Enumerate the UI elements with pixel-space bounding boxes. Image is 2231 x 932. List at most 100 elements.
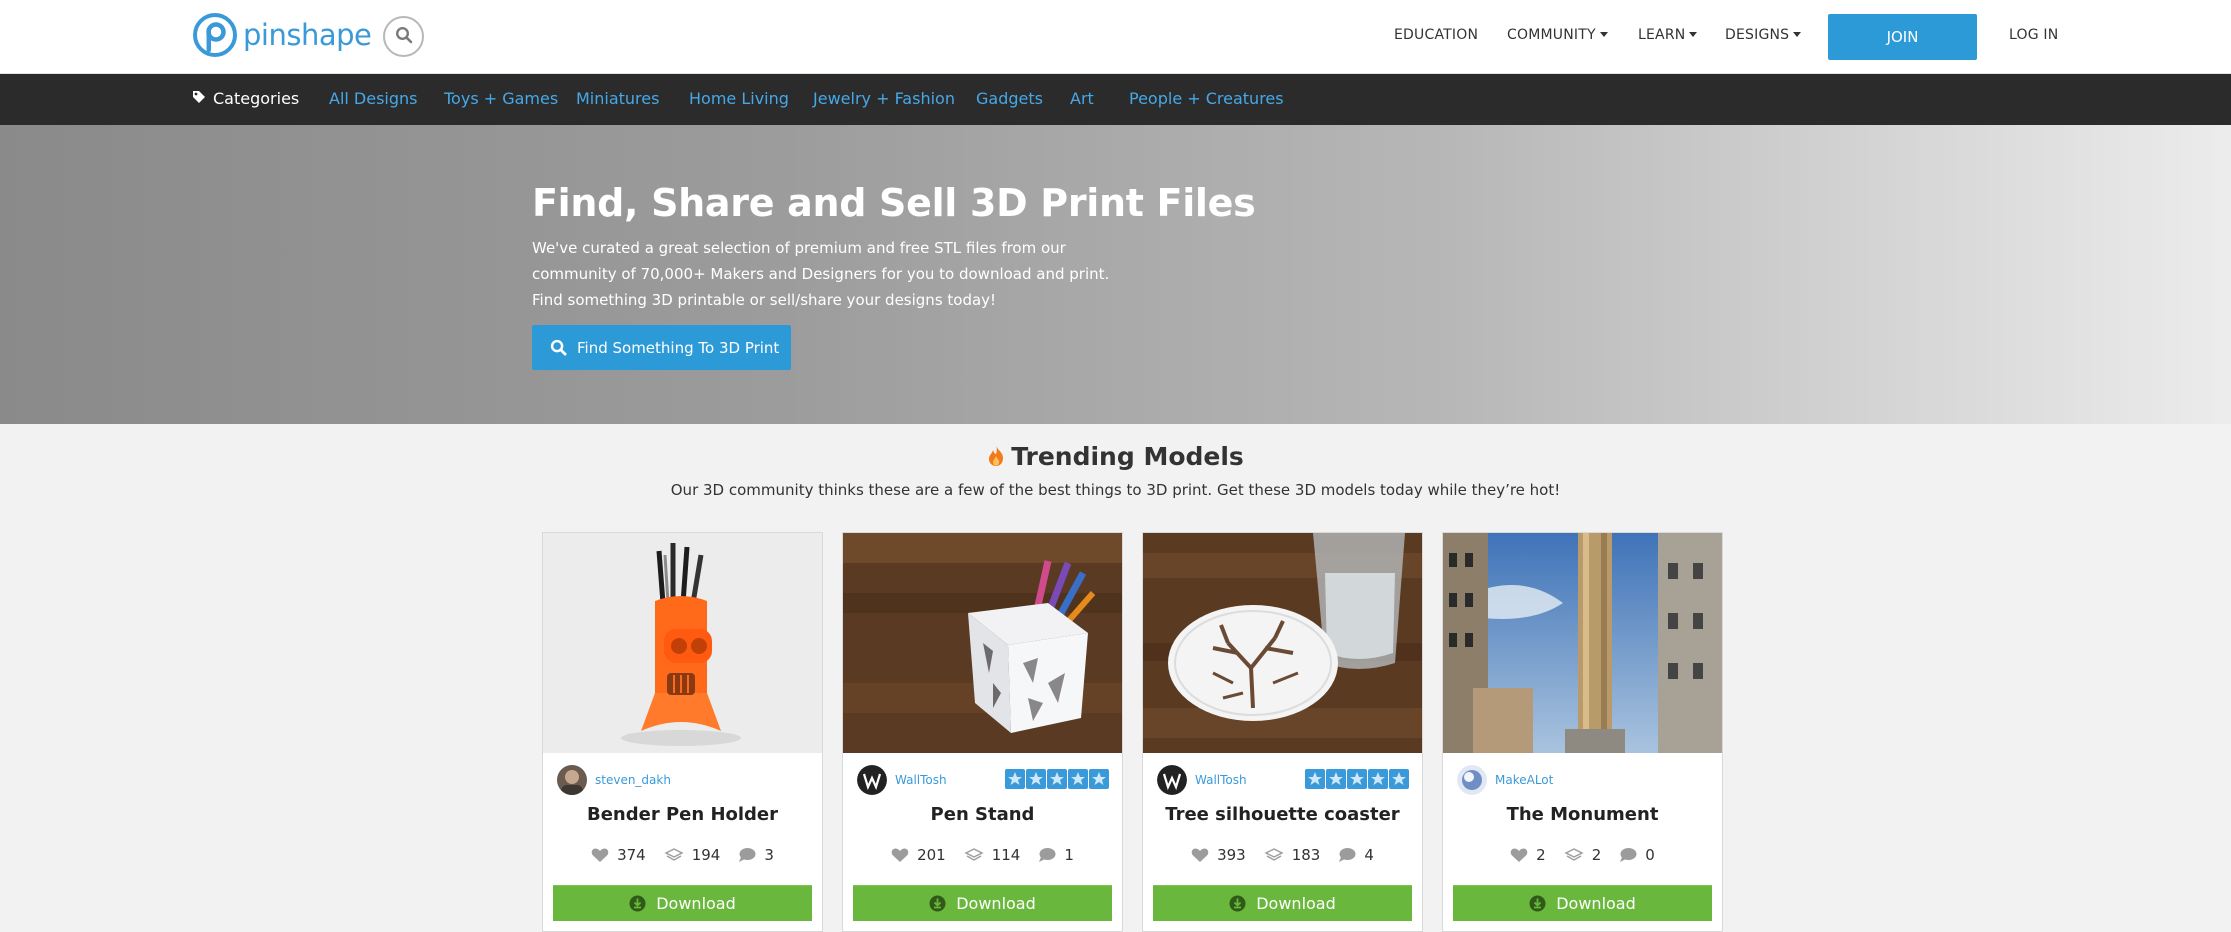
downloads-count: 183 xyxy=(1291,846,1321,864)
categories-heading-label: Categories xyxy=(213,89,300,108)
model-card[interactable]: WallTosh Tree silhouette coaster 393 183… xyxy=(1142,532,1423,932)
model-stats: 393 183 4 xyxy=(1143,846,1422,864)
download-circle-icon xyxy=(1529,895,1546,912)
comments-stat[interactable]: 0 xyxy=(1619,846,1655,864)
pinshape-logo[interactable]: pinshape xyxy=(193,13,372,57)
chevron-down-icon xyxy=(1599,32,1608,37)
hero-description: We've curated a great selection of premi… xyxy=(532,239,1110,309)
heart-icon xyxy=(1510,847,1528,863)
nav-education-label: EDUCATION xyxy=(1394,27,1479,43)
model-image[interactable] xyxy=(843,533,1122,753)
category-art[interactable]: Art xyxy=(1070,89,1094,108)
category-people-creatures[interactable]: People + Creatures xyxy=(1129,89,1284,108)
model-stats: 374 194 3 xyxy=(543,846,822,864)
model-image[interactable] xyxy=(1443,533,1722,753)
join-button[interactable]: JOIN xyxy=(1828,14,1977,60)
category-all-designs[interactable]: All Designs xyxy=(329,89,418,108)
downloads-stat: 114 xyxy=(964,846,1020,864)
author-link[interactable]: WallTosh xyxy=(1195,773,1247,787)
flame-icon xyxy=(987,444,1005,473)
model-stats: 201 114 1 xyxy=(843,846,1122,864)
like-stat[interactable]: 374 xyxy=(591,846,646,864)
pinshape-p-logo-icon xyxy=(193,13,237,57)
nav-community-label: COMMUNITY xyxy=(1507,27,1596,43)
like-stat[interactable]: 393 xyxy=(1191,846,1246,864)
rating-stars xyxy=(1005,769,1109,793)
download-label: Download xyxy=(656,894,736,913)
search-icon xyxy=(395,26,413,48)
heart-icon xyxy=(1191,847,1209,863)
model-card[interactable]: MakeALot The Monument 2 2 0 Download xyxy=(1442,532,1723,932)
star-icon xyxy=(1005,769,1025,793)
heart-icon xyxy=(591,847,609,863)
author-link[interactable]: MakeALot xyxy=(1495,773,1553,787)
comments-count: 4 xyxy=(1364,846,1374,864)
avatar[interactable] xyxy=(1457,765,1487,795)
logo-text: pinshape xyxy=(243,18,372,52)
model-title[interactable]: The Monument xyxy=(1443,804,1722,825)
author-link[interactable]: WallTosh xyxy=(895,773,947,787)
download-button[interactable]: Download xyxy=(853,885,1112,921)
rating-stars xyxy=(1305,769,1409,793)
category-toys-games[interactable]: Toys + Games xyxy=(444,89,558,108)
find-something-button[interactable]: Find Something To 3D Print xyxy=(532,325,791,370)
model-title[interactable]: Pen Stand xyxy=(843,804,1122,825)
nav-community[interactable]: COMMUNITY xyxy=(1507,27,1608,43)
avatar[interactable] xyxy=(1157,765,1187,795)
comment-bubble-icon xyxy=(1038,847,1056,863)
nav-education[interactable]: EDUCATION xyxy=(1394,27,1478,43)
star-icon xyxy=(1026,769,1046,793)
category-home-living[interactable]: Home Living xyxy=(689,89,789,108)
downloads-stat: 194 xyxy=(664,846,721,864)
category-bar: Categories All Designs Toys + Games Mini… xyxy=(0,74,2231,125)
download-circle-icon xyxy=(629,895,646,912)
star-icon xyxy=(1047,769,1067,793)
model-card[interactable]: steven_dakh Bender Pen Holder 374 194 3 … xyxy=(542,532,823,932)
chevron-down-icon xyxy=(1689,32,1698,37)
downloads-stat: 183 xyxy=(1264,846,1321,864)
avatar[interactable] xyxy=(857,765,887,795)
category-gadgets[interactable]: Gadgets xyxy=(976,89,1043,108)
trending-title: Trending Models xyxy=(0,442,2231,473)
like-count: 374 xyxy=(617,846,646,864)
download-button[interactable]: Download xyxy=(553,885,812,921)
search-button[interactable] xyxy=(383,16,424,57)
downloads-count: 194 xyxy=(691,846,721,864)
nav-learn[interactable]: LEARN xyxy=(1638,27,1698,43)
search-icon xyxy=(550,339,567,356)
trending-title-label: Trending Models xyxy=(1011,442,1244,471)
nav-designs[interactable]: DESIGNS xyxy=(1725,27,1802,43)
like-count: 2 xyxy=(1536,846,1546,864)
download-label: Download xyxy=(956,894,1036,913)
star-icon xyxy=(1326,769,1346,793)
model-card[interactable]: WallTosh Pen Stand 201 114 1 Download xyxy=(842,532,1123,932)
like-stat[interactable]: 2 xyxy=(1510,846,1546,864)
category-miniatures[interactable]: Miniatures xyxy=(576,89,659,108)
trending-subtitle: Our 3D community thinks these are a few … xyxy=(670,481,1561,499)
avatar[interactable] xyxy=(557,765,587,795)
model-image[interactable] xyxy=(1143,533,1422,753)
comments-stat[interactable]: 4 xyxy=(1338,846,1374,864)
heart-icon xyxy=(891,847,909,863)
layers-download-icon xyxy=(1564,848,1584,862)
model-image[interactable] xyxy=(543,533,822,753)
layers-download-icon xyxy=(664,848,684,862)
comments-count: 1 xyxy=(1064,846,1074,864)
like-stat[interactable]: 201 xyxy=(891,846,946,864)
author-link[interactable]: steven_dakh xyxy=(595,773,671,787)
download-label: Download xyxy=(1256,894,1336,913)
layers-download-icon xyxy=(1264,848,1284,862)
login-link[interactable]: LOG IN xyxy=(2009,27,2058,43)
download-circle-icon xyxy=(1229,895,1246,912)
star-icon xyxy=(1089,769,1109,793)
download-button[interactable]: Download xyxy=(1453,885,1712,921)
category-jewelry-fashion[interactable]: Jewelry + Fashion xyxy=(813,89,955,108)
download-button[interactable]: Download xyxy=(1153,885,1412,921)
comments-stat[interactable]: 1 xyxy=(1038,846,1074,864)
star-icon xyxy=(1368,769,1388,793)
comment-bubble-icon xyxy=(738,847,756,863)
model-stats: 2 2 0 xyxy=(1443,846,1722,864)
model-title[interactable]: Tree silhouette coaster xyxy=(1143,804,1422,825)
model-title[interactable]: Bender Pen Holder xyxy=(543,804,822,825)
comments-stat[interactable]: 3 xyxy=(738,846,774,864)
